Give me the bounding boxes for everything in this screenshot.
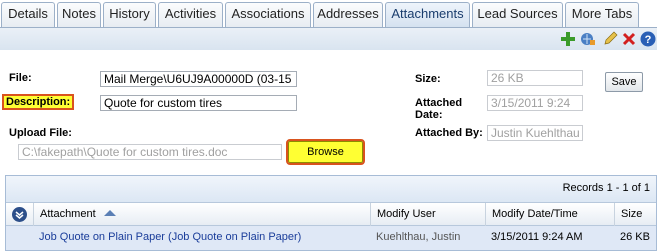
description-field[interactable]: Quote for custom tires bbox=[100, 95, 297, 111]
tab-lead-sources[interactable]: Lead Sources bbox=[472, 2, 563, 27]
attached-by-label: Attached By: bbox=[415, 127, 483, 139]
attached-date-label-line1: Attached bbox=[415, 97, 463, 109]
edit-icon[interactable] bbox=[602, 31, 618, 47]
add-url-icon[interactable] bbox=[580, 31, 596, 47]
grid-toolbar: Records 1 - 1 of 1 bbox=[6, 176, 656, 202]
attached-date-label-line2: Date: bbox=[415, 109, 443, 121]
column-size[interactable]: Size bbox=[614, 203, 656, 226]
upload-file-field[interactable]: C:\fakepath\Quote for custom tires.doc bbox=[18, 144, 282, 160]
tab-bar: Details Notes History Activities Associa… bbox=[0, 0, 657, 27]
table-row[interactable]: Job Quote on Plain Paper (Job Quote on P… bbox=[6, 226, 656, 250]
tab-details[interactable]: Details bbox=[1, 2, 55, 27]
svg-text:?: ? bbox=[645, 34, 652, 46]
column-attachment[interactable]: Attachment bbox=[33, 203, 370, 226]
column-modify-user[interactable]: Modify User bbox=[370, 203, 485, 226]
tab-more-tabs[interactable]: More Tabs bbox=[565, 2, 639, 27]
tab-notes[interactable]: Notes bbox=[57, 2, 101, 27]
expand-all-icon[interactable] bbox=[12, 207, 27, 222]
upload-file-label: Upload File: bbox=[9, 127, 72, 139]
attachment-link[interactable]: Job Quote on Plain Paper (Job Quote on P… bbox=[39, 226, 301, 250]
attached-date-field: 3/15/2011 9:24 bbox=[487, 95, 583, 111]
sort-asc-icon bbox=[103, 210, 116, 216]
help-icon[interactable]: ? bbox=[640, 31, 656, 47]
file-field: Mail Merge\U6UJ9A00000D (03-15 bbox=[100, 71, 297, 87]
toolbar: ? bbox=[0, 27, 657, 50]
tab-associations[interactable]: Associations bbox=[225, 2, 311, 27]
size-label: Size: bbox=[415, 73, 441, 85]
grid-header: Attachment Modify User Modify Date/Time … bbox=[6, 202, 656, 226]
description-label: Description: bbox=[1, 94, 75, 110]
modify-user-cell: Kuehlthau, Justin bbox=[376, 231, 461, 243]
chevron-down-icon bbox=[15, 211, 24, 219]
tab-history[interactable]: History bbox=[103, 2, 156, 27]
size-cell: 26 KB bbox=[620, 231, 650, 243]
attached-by-field: Justin Kuehlthau bbox=[487, 125, 583, 141]
file-label: File: bbox=[9, 72, 32, 84]
attachments-grid: Records 1 - 1 of 1 Attachment Modify Use… bbox=[5, 175, 657, 251]
tab-addresses[interactable]: Addresses bbox=[313, 2, 383, 27]
modify-date-cell: 3/15/2011 9:24 AM bbox=[491, 231, 583, 243]
column-modify-date[interactable]: Modify Date/Time bbox=[485, 203, 614, 226]
records-count: Records 1 - 1 of 1 bbox=[562, 182, 650, 194]
save-button[interactable]: Save bbox=[605, 72, 643, 92]
add-icon[interactable] bbox=[560, 31, 576, 47]
tab-attachments[interactable]: Attachments bbox=[385, 2, 470, 27]
attached-date-label: Attached Date: bbox=[415, 97, 462, 121]
browse-button[interactable]: Browse bbox=[286, 139, 365, 165]
delete-icon[interactable] bbox=[621, 31, 637, 47]
column-attachment-label: Attachment bbox=[40, 208, 96, 220]
size-field: 26 KB bbox=[487, 70, 583, 86]
tab-activities[interactable]: Activities bbox=[158, 2, 223, 27]
